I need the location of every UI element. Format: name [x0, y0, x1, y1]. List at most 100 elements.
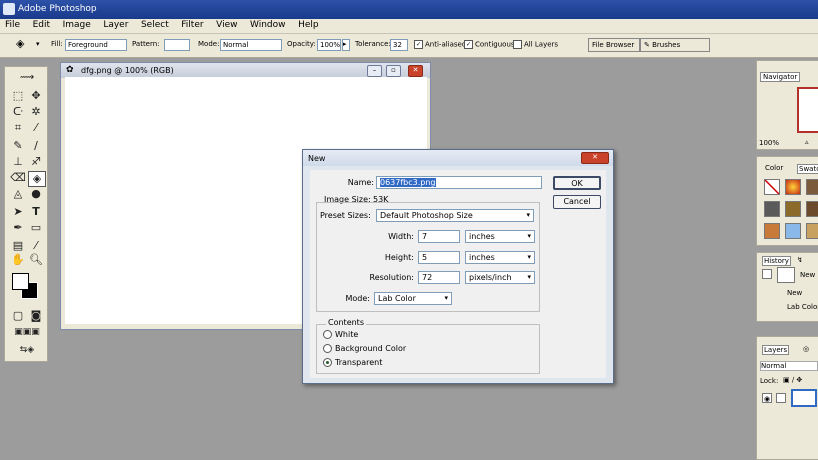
cancel-button[interactable]: Cancel — [553, 195, 601, 209]
path-selection-icon[interactable]: ➤ — [10, 205, 26, 219]
channels-tab-icon[interactable]: ◎ — [803, 345, 809, 353]
zoom-tool-icon[interactable]: 🔍︎ — [28, 253, 44, 267]
dialog-close-icon[interactable]: ✕ — [581, 152, 609, 164]
opacity-field[interactable]: 100% — [317, 39, 341, 51]
layer-thumbnail[interactable] — [791, 389, 817, 407]
navigator-thumbnail[interactable] — [797, 87, 818, 133]
screen-mode-icons[interactable]: ▣▣▣ — [9, 325, 45, 339]
all-layers-checkbox[interactable]: All Layers — [513, 40, 558, 49]
height-field[interactable]: 5 — [418, 251, 460, 264]
notes-tool-icon[interactable]: ▤ — [10, 239, 26, 253]
width-field[interactable]: 7 — [418, 230, 460, 243]
menu-image[interactable]: Image — [58, 19, 96, 30]
menu-layer[interactable]: Layer — [98, 19, 133, 30]
swatch-dark-brown[interactable] — [806, 201, 818, 217]
menu-view[interactable]: View — [211, 19, 242, 30]
width-unit-select[interactable]: inches ▾ — [465, 230, 535, 243]
swatch-brown[interactable] — [806, 179, 818, 195]
history-brush-icon[interactable]: ♐ — [28, 155, 44, 169]
swatch-gray[interactable] — [764, 201, 780, 217]
pattern-picker[interactable] — [164, 39, 190, 51]
opacity-arrow-icon[interactable]: ▸ — [342, 39, 350, 51]
paint-bucket-icon[interactable]: ◈ — [16, 37, 24, 50]
layers-tab[interactable]: Layers — [762, 345, 790, 355]
blur-tool-icon[interactable]: ◬ — [10, 187, 26, 201]
healing-brush-icon[interactable]: ✎ — [10, 139, 26, 153]
slice-tool-icon[interactable]: ⁄ — [28, 121, 44, 135]
magic-wand-icon[interactable]: ✲ — [28, 105, 44, 119]
menu-window[interactable]: Window — [245, 19, 291, 30]
paint-bucket-tool-icon[interactable]: ◈ — [28, 171, 46, 187]
swatches-tab[interactable]: Swatches — [797, 164, 818, 174]
color-tab[interactable]: Color — [765, 164, 783, 172]
clone-stamp-icon[interactable]: ⊥ — [10, 155, 26, 169]
history-snapshot-thumbnail[interactable] — [777, 267, 795, 283]
tolerance-field[interactable]: 32 — [390, 39, 408, 51]
foreground-white-swatch[interactable] — [12, 273, 29, 290]
close-icon[interactable]: ✕ — [408, 65, 423, 77]
crop-tool-icon[interactable]: ⌗ — [10, 121, 26, 135]
history-snapshot-label[interactable]: New — [800, 271, 815, 279]
radio-white[interactable]: White — [323, 330, 358, 339]
swatch-orange[interactable] — [764, 223, 780, 239]
name-field[interactable]: 0637fbc3.png — [376, 176, 542, 189]
standard-mode-icon[interactable]: ▢ — [10, 309, 26, 323]
minimize-icon[interactable]: – — [367, 65, 382, 77]
lasso-tool-icon[interactable]: ᑢ — [10, 105, 26, 119]
history-brush-source-icon[interactable] — [762, 269, 772, 279]
eraser-tool-icon[interactable]: ⌫ — [10, 171, 26, 185]
history-tab[interactable]: History — [762, 256, 791, 266]
zoom-out-icon[interactable]: ▵ — [805, 138, 809, 146]
menu-file[interactable]: File — [0, 19, 25, 30]
ok-button[interactable]: OK — [553, 176, 601, 190]
quick-mask-icon[interactable]: ◙ — [28, 309, 44, 323]
swatch-light-blue[interactable] — [785, 223, 801, 239]
contiguous-checkbox[interactable]: ✓ Contiguous — [464, 40, 515, 49]
brush-link-icon[interactable] — [776, 393, 786, 403]
history-item-2[interactable]: Lab Color — [787, 303, 818, 311]
fill-select[interactable]: Foreground — [65, 39, 127, 51]
navigator-tab[interactable]: Navigator — [760, 72, 801, 82]
resolution-unit-select[interactable]: pixels/inch ▾ — [465, 271, 535, 284]
actions-tab-icon[interactable]: ↯ — [797, 256, 803, 264]
radio-background-color[interactable]: Background Color — [323, 344, 406, 353]
navigator-zoom[interactable]: 100% — [759, 139, 779, 147]
eye-visibility-icon[interactable]: ◉ — [762, 393, 772, 403]
swatch-none[interactable] — [764, 179, 780, 195]
layers-blend-mode-select[interactable]: Normal — [760, 361, 818, 371]
move-tool-icon[interactable]: ✥ — [28, 89, 44, 103]
shape-tool-icon[interactable]: ▭ — [28, 221, 44, 235]
marquee-tool-icon[interactable]: ⬚ — [10, 89, 26, 103]
anti-aliased-checkbox[interactable]: ✓ Anti-aliased — [414, 40, 466, 49]
file-browser-tab[interactable]: File Browser — [588, 38, 640, 52]
dodge-tool-icon[interactable]: ● — [28, 187, 44, 201]
menu-select[interactable]: Select — [136, 19, 174, 30]
maximize-icon[interactable]: ▫ — [386, 65, 401, 77]
document-title-bar[interactable]: ✿ dfg.png @ 100% (RGB) – ▫ ✕ — [61, 63, 430, 78]
preset-sizes-select[interactable]: Default Photoshop Size ▾ — [376, 209, 534, 222]
resolution-field[interactable]: 72 — [418, 271, 460, 284]
menu-filter[interactable]: Filter — [176, 19, 208, 30]
radio-transparent[interactable]: Transparent — [323, 358, 382, 367]
mode-select[interactable]: Normal — [220, 39, 282, 51]
hand-tool-icon[interactable]: ✋ — [10, 253, 26, 267]
adobe-online-icon[interactable]: ⟿ — [9, 71, 45, 85]
brushes-tab[interactable]: ✎ Brushes — [640, 38, 710, 52]
swatch-fire[interactable] — [785, 179, 801, 195]
menu-help[interactable]: Help — [293, 19, 324, 30]
tool-preset-arrow-icon[interactable]: ▾ — [36, 40, 40, 48]
swatch-gold[interactable] — [806, 223, 818, 239]
jump-to-imageready-icon[interactable]: ⇆◈ — [9, 343, 45, 357]
pen-tool-icon[interactable]: ✒ — [10, 221, 26, 235]
eyedropper-icon[interactable]: ⁄ — [28, 239, 44, 253]
type-tool-icon[interactable]: T — [28, 205, 44, 219]
lock-icons[interactable]: ▣ ∕ ✥ — [783, 376, 802, 384]
height-unit-select[interactable]: inches ▾ — [465, 251, 535, 264]
dialog-title-bar[interactable]: New ✕ — [303, 150, 613, 166]
mode-select[interactable]: Lab Color ▾ — [374, 292, 452, 305]
swatch-tan[interactable] — [785, 201, 801, 217]
brush-tool-icon[interactable]: ∕ — [28, 139, 44, 153]
menu-edit[interactable]: Edit — [28, 19, 55, 30]
dropdown-arrow-icon: ▾ — [526, 211, 530, 219]
history-item-1[interactable]: New — [787, 289, 802, 297]
